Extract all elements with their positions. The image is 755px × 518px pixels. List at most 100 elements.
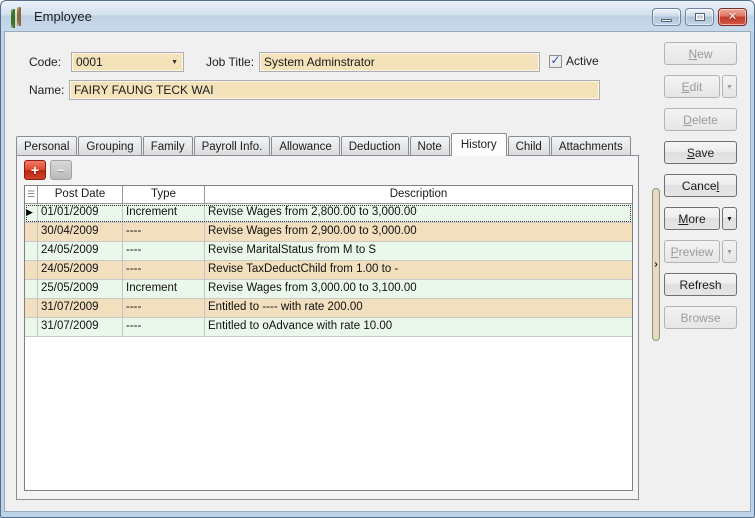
cell-post-date: 24/05/2009 <box>38 242 123 260</box>
save-button[interactable]: Save <box>664 141 737 164</box>
cell-description: Entitled to oAdvance with rate 10.00 <box>208 320 393 332</box>
check-icon: ✓ <box>550 53 561 67</box>
close-button[interactable]: ✕ <box>718 8 747 26</box>
new-button: New <box>664 42 737 65</box>
tab-grouping[interactable]: Grouping <box>78 136 142 156</box>
more-dropdown-arrow-icon[interactable]: ▼ <box>722 207 737 230</box>
cell-type: ---- <box>123 261 205 279</box>
edit-button-slot: Edit ▼ <box>664 75 737 98</box>
panel-splitter[interactable]: › <box>652 188 660 341</box>
list-icon: ☰ <box>26 189 36 199</box>
delete-button-slot: Delete <box>664 108 737 131</box>
table-row[interactable]: 24/05/2009 ---- Revise MaritalStatus fro… <box>25 242 632 261</box>
close-icon: ✕ <box>727 10 738 23</box>
job-title-input[interactable]: System Adminstrator <box>259 52 540 72</box>
action-button-column: New Edit ▼ Delete Save Cancel More ▼ Pre… <box>664 42 737 339</box>
code-select[interactable]: 0001 ▼ <box>71 52 184 72</box>
history-grid: ☰ Post Date Type Description ▶ 01/01/200… <box>24 185 633 491</box>
cell-type: ---- <box>123 223 205 241</box>
column-header-type[interactable]: Type <box>123 186 205 203</box>
preview-button-slot: Preview ▼ <box>664 240 737 263</box>
browse-button: Browse <box>664 306 737 329</box>
more-button-slot: More ▼ <box>664 207 737 230</box>
cell-description: Revise Wages from 2,900.00 to 3,000.00 <box>208 225 417 237</box>
cell-description: Revise Wages from 3,000.00 to 3,100.00 <box>208 282 417 294</box>
cell-type: Increment <box>123 280 205 298</box>
cell-description: Revise MaritalStatus from M to S <box>208 244 377 256</box>
refresh-button-slot: Refresh <box>664 273 737 296</box>
employee-window: Employee ✕ Code: 0001 ▼ Job Title: Syste… <box>0 0 755 518</box>
remove-row-button: − <box>50 160 72 180</box>
minimize-button[interactable] <box>652 8 681 26</box>
job-title-value: System Adminstrator <box>264 55 375 69</box>
titlebar[interactable]: Employee ✕ <box>1 1 754 31</box>
grid-header-row: ☰ Post Date Type Description <box>25 186 632 204</box>
table-row[interactable]: ▶ 01/01/2009 Increment Revise Wages from… <box>25 204 632 223</box>
table-row[interactable]: 25/05/2009 Increment Revise Wages from 3… <box>25 280 632 299</box>
cell-type: ---- <box>123 318 205 336</box>
cancel-button-slot: Cancel <box>664 174 737 197</box>
name-label: Name: <box>29 83 65 97</box>
code-label: Code: <box>29 55 62 69</box>
cell-type: ---- <box>123 299 205 317</box>
cell-post-date: 31/07/2009 <box>38 299 123 317</box>
window-title: Employee <box>34 8 92 24</box>
cancel-button[interactable]: Cancel <box>664 174 737 197</box>
tab-allowance[interactable]: Allowance <box>271 136 340 156</box>
tab-attachments[interactable]: Attachments <box>550 136 631 156</box>
tab-history[interactable]: History <box>450 133 507 156</box>
active-checkbox[interactable]: ✓ <box>549 53 562 68</box>
table-row[interactable]: 24/05/2009 ---- Revise TaxDeductChild fr… <box>25 261 632 280</box>
client-area: Code: 0001 ▼ Job Title: System Adminstra… <box>4 31 751 512</box>
edit-dropdown-arrow-icon: ▼ <box>722 75 737 98</box>
tab-strip: Personal Grouping Family Payroll Info. A… <box>16 133 632 156</box>
table-row[interactable]: 31/07/2009 ---- Entitled to ---- with ra… <box>25 299 632 318</box>
employee-people-icon <box>10 7 28 28</box>
cell-post-date: 30/04/2009 <box>38 223 123 241</box>
cell-post-date: 24/05/2009 <box>38 261 123 279</box>
tab-note[interactable]: Note <box>409 136 450 156</box>
cell-post-date: 25/05/2009 <box>38 280 123 298</box>
delete-button: Delete <box>664 108 737 131</box>
browse-button-slot: Browse <box>664 306 737 329</box>
add-row-button[interactable]: + <box>24 160 46 180</box>
person-tan-icon <box>16 7 24 26</box>
tab-family[interactable]: Family <box>142 136 193 156</box>
maximize-icon <box>694 13 705 21</box>
active-checkbox-group[interactable]: ✓ Active <box>549 54 599 68</box>
grid-corner-cell[interactable]: ☰ <box>25 186 38 203</box>
job-title-label: Job Title: <box>206 55 255 69</box>
column-header-description[interactable]: Description <box>205 186 632 203</box>
column-header-post-date[interactable]: Post Date <box>38 186 123 203</box>
name-value: FAIRY FAUNG TECK WAI <box>74 83 214 97</box>
tab-payroll-info[interactable]: Payroll Info. <box>193 136 271 156</box>
chevron-right-icon: › <box>654 258 658 270</box>
code-value: 0001 <box>76 55 103 69</box>
save-button-slot: Save <box>664 141 737 164</box>
preview-button: Preview <box>664 240 720 263</box>
tab-deduction[interactable]: Deduction <box>340 136 409 156</box>
more-button[interactable]: More <box>664 207 720 230</box>
refresh-button[interactable]: Refresh <box>664 273 737 296</box>
table-row[interactable]: 31/07/2009 ---- Entitled to oAdvance wit… <box>25 318 632 337</box>
cell-description: Revise Wages from 2,800.00 to 3,000.00 <box>208 206 417 218</box>
table-row[interactable]: 30/04/2009 ---- Revise Wages from 2,900.… <box>25 223 632 242</box>
preview-dropdown-arrow-icon: ▼ <box>722 240 737 263</box>
tab-child[interactable]: Child <box>507 136 550 156</box>
active-label: Active <box>566 54 599 68</box>
tab-personal[interactable]: Personal <box>16 136 78 156</box>
plus-icon: + <box>30 162 40 178</box>
cell-type: Increment <box>123 204 205 222</box>
maximize-button[interactable] <box>685 8 714 26</box>
selected-row-pointer-icon: ▶ <box>26 207 33 217</box>
grid-toolbar: + − <box>24 160 72 180</box>
cell-description: Entitled to ---- with rate 200.00 <box>208 301 363 313</box>
minus-icon: − <box>56 162 66 178</box>
cell-post-date: 01/01/2009 <box>38 204 123 222</box>
name-input[interactable]: FAIRY FAUNG TECK WAI <box>69 80 600 100</box>
minimize-icon <box>661 18 672 22</box>
window-controls: ✕ <box>652 8 747 26</box>
chevron-down-icon: ▼ <box>171 58 178 66</box>
edit-button: Edit <box>664 75 720 98</box>
cell-post-date: 31/07/2009 <box>38 318 123 336</box>
